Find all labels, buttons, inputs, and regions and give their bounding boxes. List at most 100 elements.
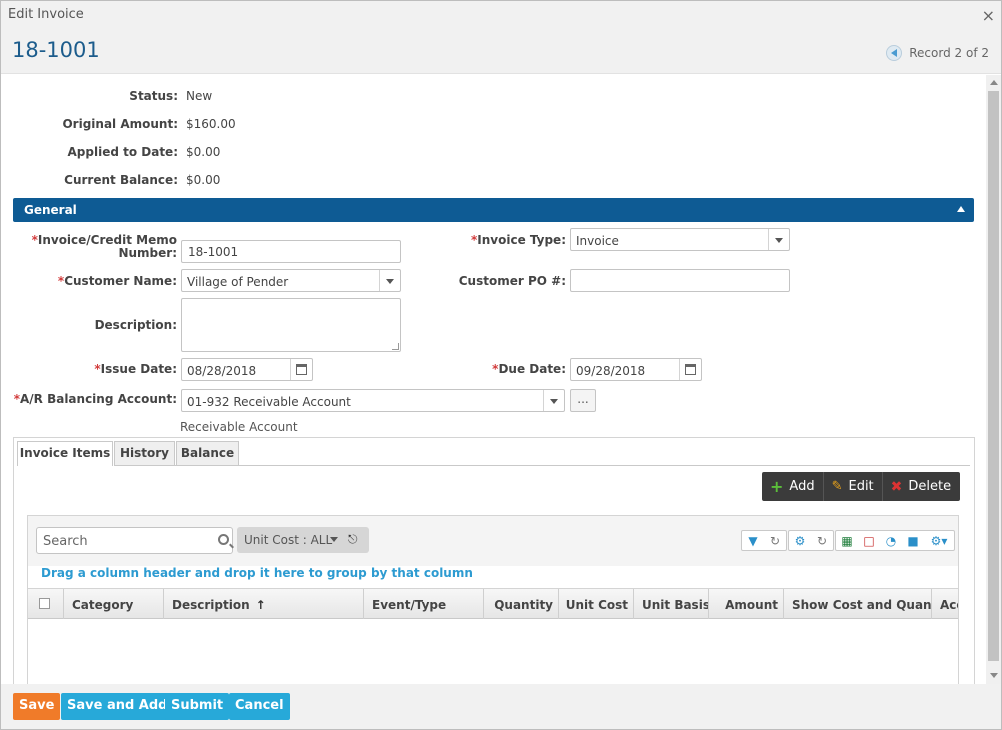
vertical-scrollbar[interactable] <box>986 75 1001 684</box>
footer-bar: Save Save and Add Submit Cancel <box>1 684 1001 729</box>
customer-name-select[interactable]: Village of Pender <box>181 269 401 292</box>
cancel-button[interactable]: Cancel <box>229 693 290 720</box>
chevron-down-icon[interactable] <box>330 537 338 542</box>
record-id: 18-1001 <box>12 38 100 62</box>
pencil-icon: ✎ <box>831 479 843 494</box>
sort-ascending-icon: ↑ <box>255 598 266 612</box>
select-all-checkbox[interactable] <box>39 598 50 609</box>
column-header-account[interactable]: Acc <box>932 589 958 619</box>
column-header-unit-cost[interactable]: Unit Cost <box>559 589 634 619</box>
invoice-number-input[interactable]: 18-1001 <box>181 240 401 263</box>
column-header-description[interactable]: Description ↑ <box>164 589 364 619</box>
ar-account-description: Receivable Account <box>180 420 298 434</box>
delete-label: Delete <box>908 479 952 494</box>
filter-icon[interactable]: ▼ <box>742 531 764 550</box>
chart-icon[interactable]: ◔ <box>880 531 902 550</box>
previous-record-icon[interactable] <box>886 45 903 61</box>
document-icon[interactable]: ■ <box>902 531 924 550</box>
delete-button[interactable]: ✖ Delete <box>883 472 959 501</box>
reset-icon[interactable]: ↻ <box>811 531 833 550</box>
search-input[interactable]: Search <box>36 527 233 554</box>
issue-date-label: *Issue Date: <box>94 362 177 376</box>
column-header-category[interactable]: Category <box>64 589 164 619</box>
column-header-amount[interactable]: Amount <box>709 589 784 619</box>
issue-date-picker[interactable]: 08/28/2018 <box>181 358 313 381</box>
original-amount-value: $160.00 <box>186 117 236 131</box>
ar-account-select[interactable]: 01-932 Receivable Account <box>181 389 565 412</box>
applied-to-date-row: Applied to Date: $0.00 <box>1 141 401 161</box>
title-bar: Edit Invoice × <box>1 1 1001 29</box>
current-balance-value: $0.00 <box>186 173 221 187</box>
refresh-icon[interactable]: ↻ <box>764 531 786 550</box>
select-all-column <box>28 589 64 619</box>
chevron-down-icon[interactable] <box>543 390 564 411</box>
pin-icon[interactable]: ⎋ <box>348 532 358 547</box>
record-position: Record 2 of 2 <box>909 46 989 60</box>
wrench-icon[interactable]: ⚙ <box>789 531 811 550</box>
tab-balance[interactable]: Balance <box>176 441 239 465</box>
search-placeholder: Search <box>43 534 88 549</box>
close-icon[interactable]: × <box>982 6 995 25</box>
description-label: Description: <box>94 318 177 332</box>
grid-header-row: Category Description ↑ Event/Type Quantit… <box>28 588 958 619</box>
edit-button[interactable]: ✎ Edit <box>824 472 883 501</box>
group-by-hint: Drag a column header and drop it here to… <box>41 566 473 580</box>
invoice-type-label: *Invoice Type: <box>470 233 566 247</box>
customer-name-label: *Customer Name: <box>57 274 177 288</box>
description-textarea[interactable] <box>181 298 401 352</box>
unit-cost-filter-chip[interactable]: Unit Cost : ALL ⎋ <box>237 527 369 553</box>
export-tool-group: ▦ □ ◔ ■ ⚙▾ <box>835 530 955 551</box>
excel-icon[interactable]: ▦ <box>836 531 858 550</box>
collapse-caret-icon[interactable] <box>957 206 965 212</box>
submit-button[interactable]: Submit <box>165 693 230 720</box>
column-header-quantity[interactable]: Quantity <box>484 589 559 619</box>
search-icon[interactable] <box>218 534 229 545</box>
record-header: 18-1001 Record 2 of 2 <box>1 29 1001 74</box>
record-navigator: Record 2 of 2 <box>886 45 989 61</box>
original-amount-row: Original Amount: $160.00 <box>1 113 401 133</box>
ar-account-value: 01-932 Receivable Account <box>187 395 351 409</box>
grid-toolbar: Search Unit Cost : ALL ⎋ ▼ ↻ ⚙ ↻ ▦ □ ◔ ■… <box>28 516 958 566</box>
invoice-type-select[interactable]: Invoice <box>570 228 790 251</box>
invoice-items-grid: Search Unit Cost : ALL ⎋ ▼ ↻ ⚙ ↻ ▦ □ ◔ ■… <box>27 515 959 695</box>
current-balance-label: Current Balance: <box>64 173 178 187</box>
window-title: Edit Invoice <box>8 7 84 22</box>
scroll-down-icon[interactable] <box>990 673 998 678</box>
customer-po-label: Customer PO #: <box>458 274 566 288</box>
general-section-header[interactable]: General <box>13 198 974 222</box>
customer-po-input[interactable] <box>570 269 790 292</box>
chevron-down-icon[interactable] <box>379 270 400 291</box>
tab-history[interactable]: History <box>114 441 175 465</box>
invoice-number-label: *Invoice/Credit Memo Number: <box>31 233 177 260</box>
description-header-label: Description <box>172 598 250 612</box>
save-and-add-button[interactable]: Save and Add <box>61 693 174 720</box>
current-balance-row: Current Balance: $0.00 <box>1 169 401 189</box>
resize-grip-icon[interactable] <box>392 343 399 350</box>
gear-icon[interactable]: ⚙▾ <box>924 531 954 550</box>
due-date-picker[interactable]: 09/28/2018 <box>570 358 702 381</box>
column-header-show-cost[interactable]: Show Cost and Quant... <box>784 589 932 619</box>
ar-account-lookup-button[interactable]: ... <box>570 389 596 412</box>
customer-name-value: Village of Pender <box>187 275 289 289</box>
ar-account-label: *A/R Balancing Account: <box>13 392 177 406</box>
scroll-up-icon[interactable] <box>990 80 998 85</box>
invoice-type-value: Invoice <box>576 234 619 248</box>
tab-invoice-items[interactable]: Invoice Items <box>17 441 113 466</box>
status-label: Status: <box>129 89 178 103</box>
add-button[interactable]: + Add <box>762 472 824 501</box>
column-header-unit-basis[interactable]: Unit Basis <box>634 589 709 619</box>
plus-icon: + <box>770 477 784 496</box>
tab-divider <box>114 465 970 466</box>
status-row: Status: New <box>1 85 401 105</box>
column-header-event-type[interactable]: Event/Type <box>364 589 484 619</box>
scroll-thumb[interactable] <box>988 91 999 661</box>
applied-to-date-label: Applied to Date: <box>67 145 179 159</box>
calendar-icon[interactable] <box>290 359 312 380</box>
save-button[interactable]: Save <box>13 693 61 720</box>
chevron-down-icon[interactable] <box>768 229 789 250</box>
applied-to-date-value: $0.00 <box>186 145 221 159</box>
issue-date-value: 08/28/2018 <box>187 364 257 378</box>
calendar-icon[interactable] <box>679 359 701 380</box>
pdf-icon[interactable]: □ <box>858 531 880 550</box>
edit-label: Edit <box>848 479 874 494</box>
